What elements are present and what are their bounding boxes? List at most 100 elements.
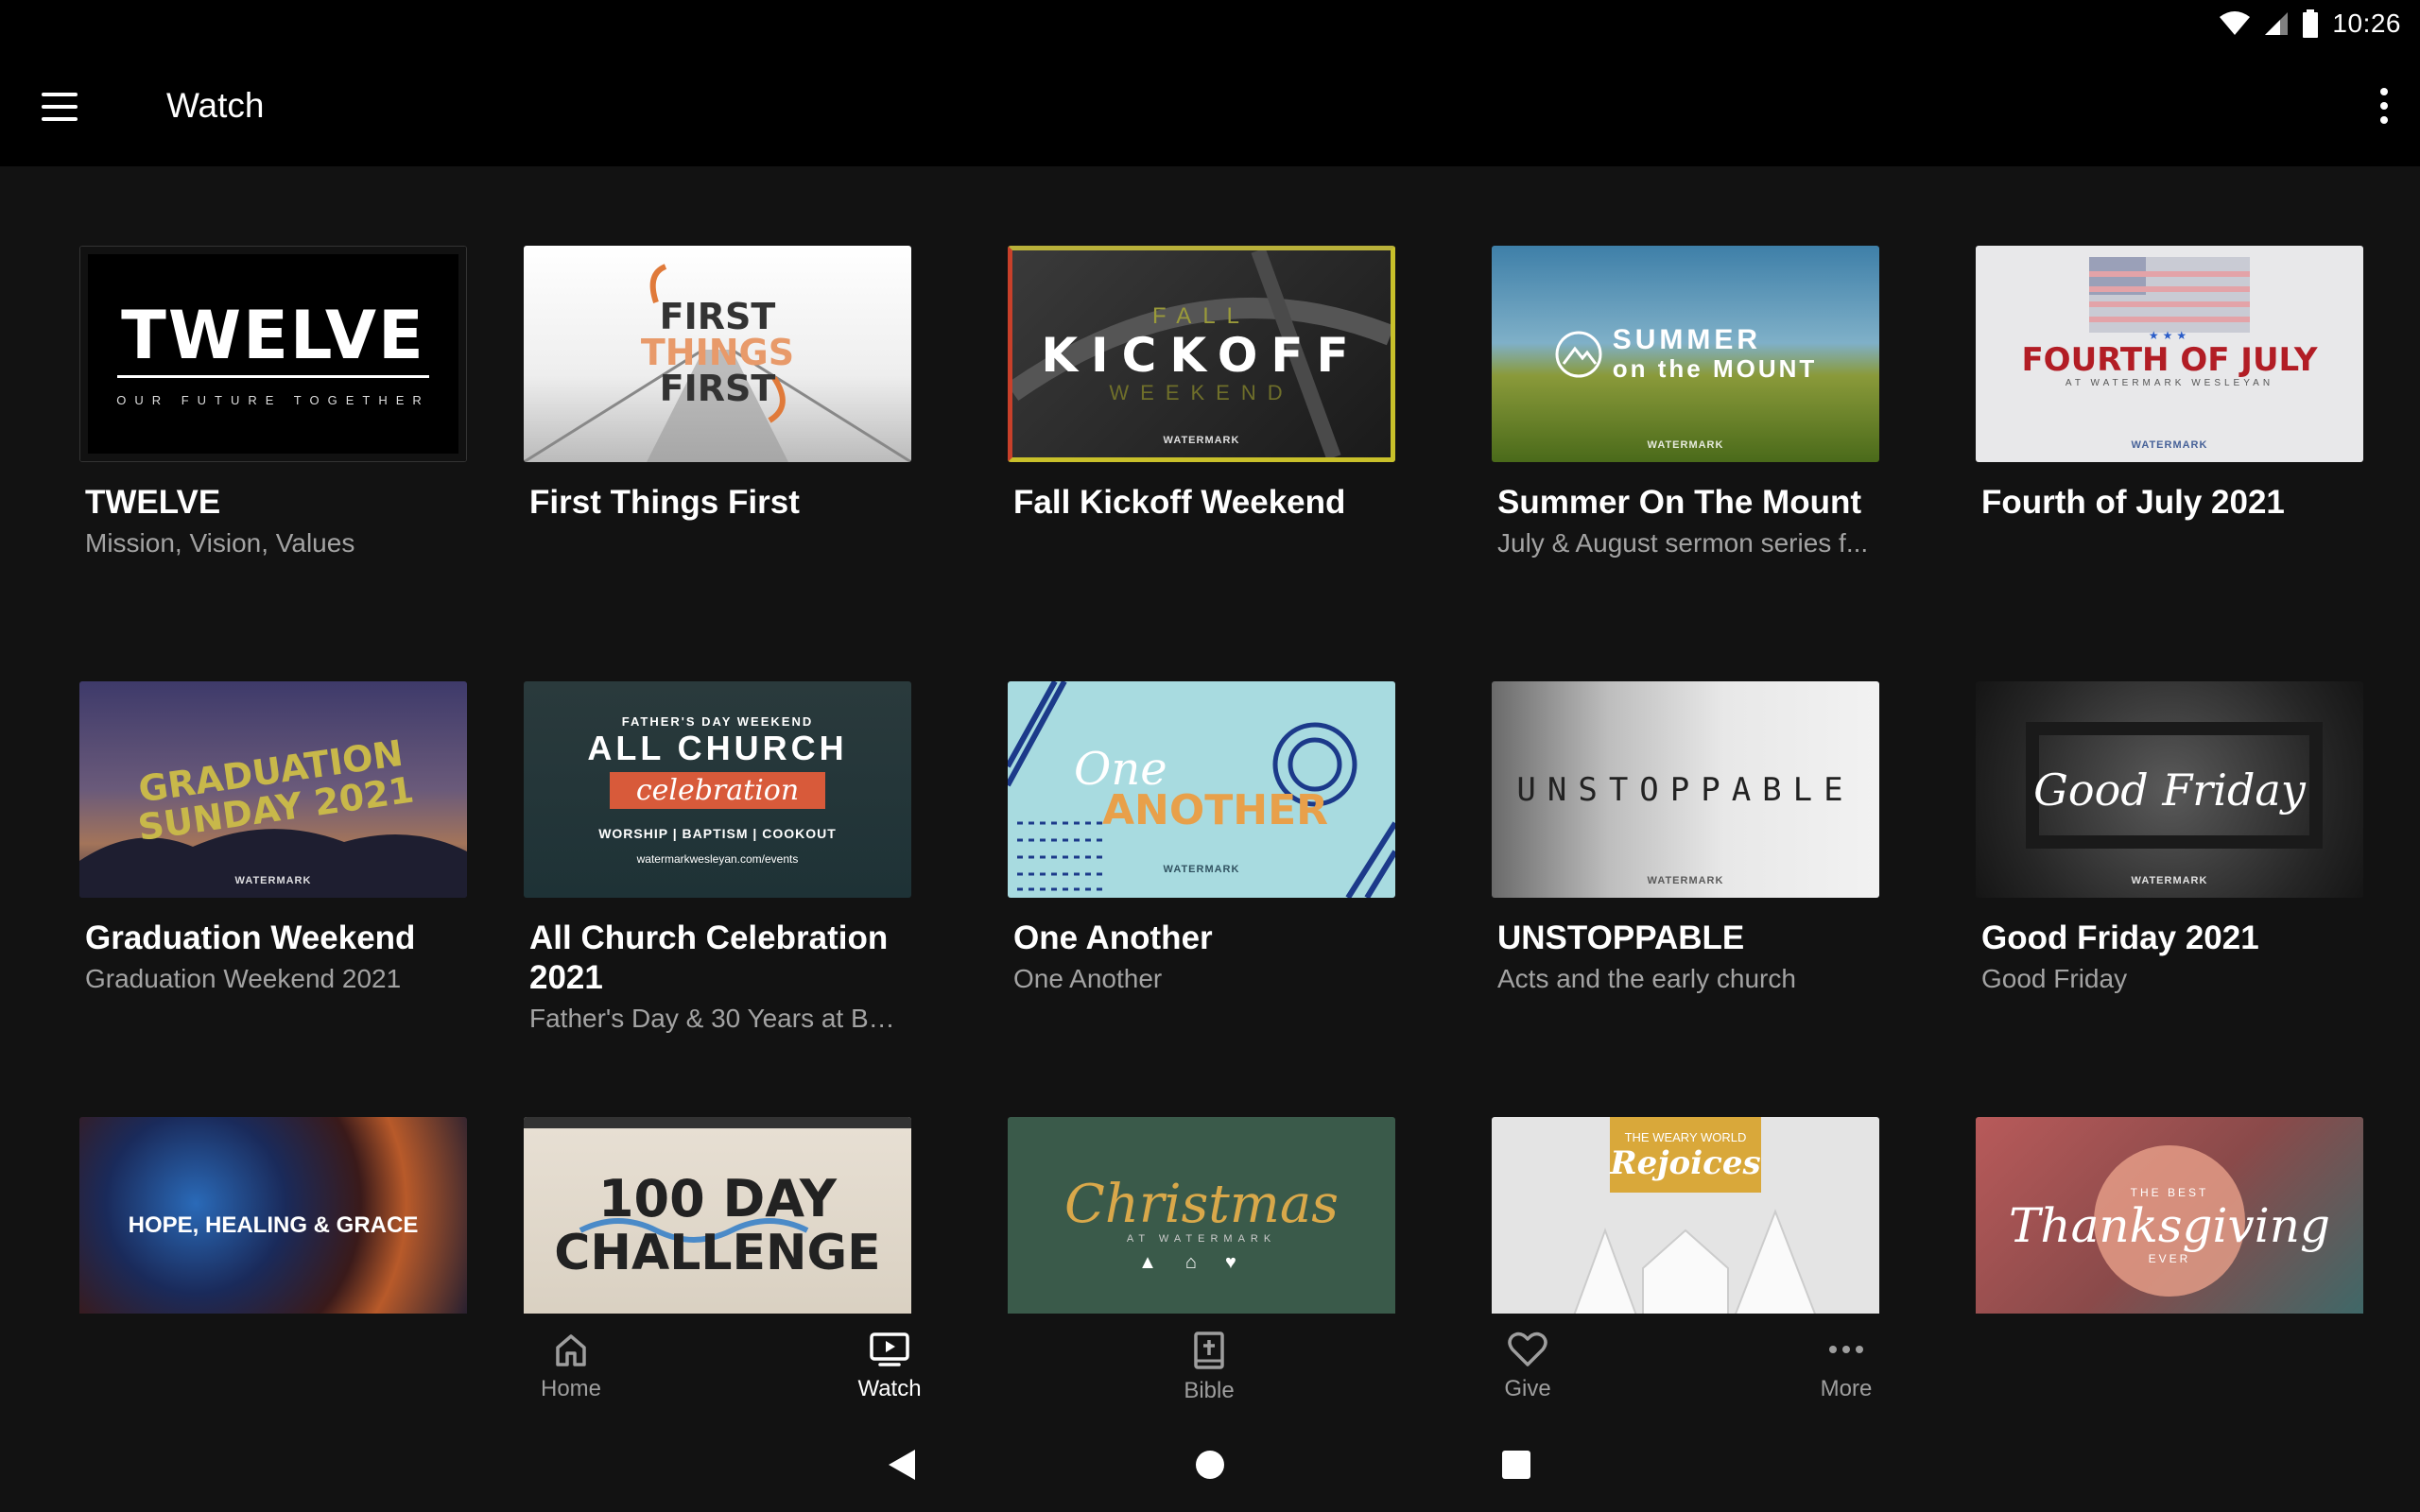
thumb-line-1: THE BEST [2130, 1185, 2209, 1199]
thumb-line-2: ANOTHER [1102, 785, 1329, 834]
series-title: One Another [1013, 919, 1213, 956]
series-thumbnail: ★★★ FOURTH OF JULY AT WATERMARK WESLEYAN… [1976, 246, 2363, 462]
series-card-twelve[interactable]: TWELVE OUR FUTURE TOGETHER TWELVE Missio… [79, 246, 467, 562]
series-thumbnail: THE WEARY WORLD Rejoices [1492, 1117, 1879, 1314]
battery-icon [2303, 9, 2319, 38]
series-thumbnail: SUMMER on the MOUNT WATERMARK [1492, 246, 1879, 462]
home-icon [556, 1334, 586, 1366]
series-subtitle: July & August sermon series f... [1497, 528, 1869, 558]
series-thumbnail: THE BEST Thanksgiving EVER [1976, 1117, 2363, 1314]
thumb-line-2: Thanksgiving [2009, 1197, 2330, 1253]
bible-icon [1194, 1332, 1224, 1369]
thumb-subtitle: OUR FUTURE TOGETHER [116, 392, 430, 407]
nav-label: More [1820, 1376, 1873, 1401]
series-subtitle: Mission, Vision, Values [85, 528, 355, 558]
tv-icon [870, 1332, 909, 1366]
heart-icon [1508, 1332, 1547, 1366]
series-thumbnail: FALL KICKOFF WEEKEND WATERMARK [1008, 246, 1395, 462]
thumb-line-1: Christmas [1063, 1174, 1340, 1235]
series-subtitle: One Another [1013, 964, 1163, 993]
series-thumbnail: HOPE, HEALING & GRACE [79, 1117, 467, 1314]
nav-label: Home [540, 1376, 602, 1401]
mountain-icon [1555, 331, 1602, 377]
nav-bible[interactable]: Bible [1115, 1314, 1304, 1418]
series-card-summer-on-the-mount[interactable]: SUMMER on the MOUNT WATERMARK Summer On … [1492, 246, 1879, 562]
series-thumbnail: GRADUATION SUNDAY 2021 WATERMARK [79, 681, 467, 898]
series-thumbnail: One ANOTHER WATERMARK [1008, 681, 1395, 898]
nav-more[interactable]: More [1752, 1314, 1941, 1418]
series-card-good-friday[interactable]: Good Friday WATERMARK Good Friday 2021 G… [1976, 681, 2363, 998]
nav-label: Watch [857, 1376, 922, 1401]
thumb-line-5: watermarkwesleyan.com/events [636, 851, 799, 866]
series-card-fall-kickoff[interactable]: FALL KICKOFF WEEKEND WATERMARK Fall Kick… [1008, 246, 1395, 524]
series-card-christmas[interactable]: Christmas AT WATERMARK ▲⌂♥ [1008, 1117, 1395, 1314]
series-thumbnail: 100 DAY CHALLENGE [524, 1117, 911, 1314]
menu-icon[interactable] [42, 83, 95, 130]
more-dots-icon [1829, 1346, 1863, 1353]
series-card-hope-healing-grace[interactable]: HOPE, HEALING & GRACE [79, 1117, 467, 1314]
series-card-one-another[interactable]: One ANOTHER WATERMARK One Another One An… [1008, 681, 1395, 998]
thumb-line-3: celebration [609, 771, 826, 809]
wifi-icon [2220, 11, 2251, 35]
series-card-100-day-challenge[interactable]: 100 DAY CHALLENGE [524, 1117, 911, 1314]
series-title: All Church Celebration 2021 [529, 919, 889, 996]
thumb-line-2: ALL CHURCH [587, 728, 848, 767]
app-bar: Watch [0, 47, 2420, 166]
watermark-logo: WATERMARK [2131, 875, 2208, 886]
thumb-line-3: EVER [2148, 1251, 2191, 1265]
series-card-unstoppable[interactable]: UNSTOPPABLE WATERMARK UNSTOPPABLE Acts a… [1492, 681, 1879, 998]
thumb-line-3: WEEKEND [1109, 380, 1294, 404]
series-card-thanksgiving[interactable]: THE BEST Thanksgiving EVER [1976, 1117, 2363, 1314]
series-subtitle: Graduation Weekend 2021 [85, 964, 402, 993]
bottom-navigation: Home Watch Bible Give More [0, 1314, 2420, 1418]
thumb-line-2: AT WATERMARK WESLEYAN [2065, 378, 2274, 388]
thumb-line-1: HOPE, HEALING & GRACE [128, 1211, 419, 1238]
series-title: Summer On The Mount [1497, 484, 1861, 521]
thumb-line-1: UNSTOPPABLE [1516, 770, 1855, 809]
home-button-icon[interactable] [1184, 1438, 1236, 1491]
watermark-logo: WATERMARK [1647, 439, 1724, 451]
nav-home[interactable]: Home [476, 1314, 666, 1418]
thumb-line-2: on the MOUNT [1612, 353, 1818, 383]
nav-give[interactable]: Give [1433, 1314, 1622, 1418]
nav-label: Give [1504, 1376, 1551, 1401]
thumb-line-1: One [1074, 742, 1167, 796]
series-card-first-things-first[interactable]: FIRST THINGS FIRST First Things First [524, 246, 911, 524]
watermark-logo: WATERMARK [1163, 864, 1240, 875]
series-card-all-church-celebration[interactable]: FATHER'S DAY WEEKEND ALL CHURCH celebrat… [524, 681, 911, 1038]
nav-watch[interactable]: Watch [795, 1314, 984, 1418]
thumb-line-1: FALL [1151, 302, 1252, 329]
series-thumbnail: FIRST THINGS FIRST [524, 246, 911, 462]
back-icon[interactable] [875, 1438, 928, 1491]
thumb-line-1: THE WEARY WORLD [1624, 1130, 1747, 1144]
thumb-line-2: KICKOFF [1041, 327, 1362, 383]
thumb-line-1: FOURTH OF JULY [2021, 341, 2318, 379]
status-bar: 10:26 [0, 0, 2420, 47]
series-thumbnail: Christmas AT WATERMARK ▲⌂♥ [1008, 1117, 1395, 1314]
watermark-logo: WATERMARK [234, 875, 312, 886]
series-title: First Things First [529, 484, 800, 521]
series-thumbnail: Good Friday WATERMARK [1976, 681, 2363, 898]
series-title: Fall Kickoff Weekend [1013, 484, 1346, 521]
series-subtitle: Acts and the early church [1497, 964, 1796, 993]
thumb-line-2: Rejoices [1610, 1144, 1761, 1182]
watermark-logo: WATERMARK [1647, 875, 1724, 886]
series-card-graduation-weekend[interactable]: GRADUATION SUNDAY 2021 WATERMARK Graduat… [79, 681, 467, 998]
series-subtitle: Good Friday [1981, 964, 2128, 993]
series-title: Graduation Weekend [85, 919, 416, 956]
series-subtitle: Father's Day & 30 Years at Bay... [529, 1004, 906, 1033]
series-thumbnail: TWELVE OUR FUTURE TOGETHER [79, 246, 467, 462]
thumb-line-1: 100 DAY [597, 1168, 838, 1228]
series-card-fourth-of-july[interactable]: ★★★ FOURTH OF JULY AT WATERMARK WESLEYAN… [1976, 246, 2363, 524]
series-card-weary-world-rejoices[interactable]: THE WEARY WORLD Rejoices [1492, 1117, 1879, 1314]
thumb-line-1: SUMMER [1612, 323, 1762, 355]
watermark-logo: WATERMARK [1163, 435, 1240, 446]
thumb-line-1: Good Friday [2033, 764, 2306, 816]
thumb-title: TWELVE [121, 296, 425, 374]
series-title: UNSTOPPABLE [1497, 919, 1745, 956]
recents-icon[interactable] [1490, 1438, 1543, 1491]
status-icons: 10:26 [2219, 0, 2401, 47]
overflow-menu-icon[interactable] [2365, 81, 2403, 130]
video-series-grid: TWELVE OUR FUTURE TOGETHER TWELVE Missio… [0, 166, 2420, 1314]
series-title: Fourth of July 2021 [1981, 484, 2285, 521]
